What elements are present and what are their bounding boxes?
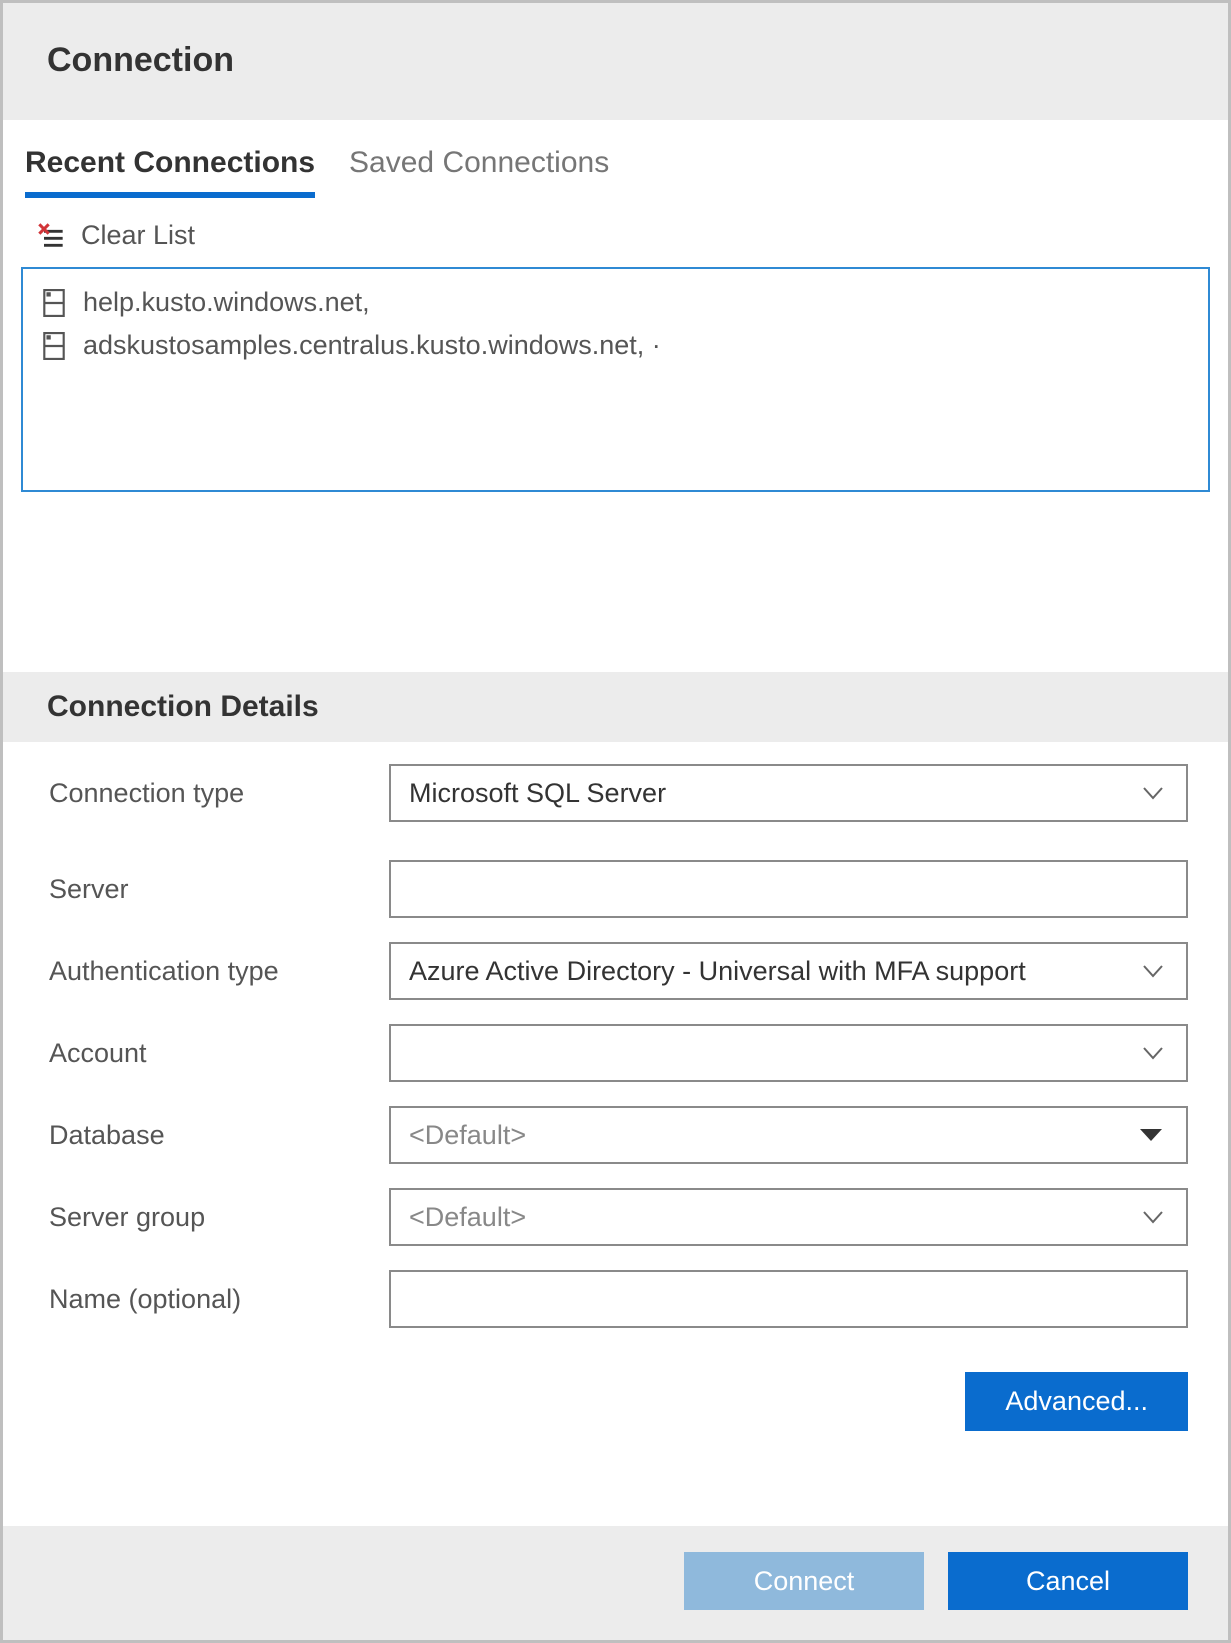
connection-dialog: Connection Recent Connections Saved Conn… — [0, 0, 1231, 1643]
dialog-header: Connection — [3, 3, 1228, 120]
dialog-footer: Connect Cancel — [3, 1526, 1228, 1640]
server-group-select[interactable]: <Default> — [389, 1188, 1188, 1246]
label-server: Server — [49, 874, 389, 905]
connection-type-value: Microsoft SQL Server — [409, 778, 666, 809]
clear-list-icon[interactable] — [37, 222, 65, 250]
recent-connections-list[interactable]: help.kusto.windows.net, adskustosamples.… — [21, 267, 1210, 492]
chevron-down-icon — [1142, 1210, 1164, 1224]
dropdown-triangle-icon — [1140, 1129, 1162, 1141]
label-account: Account — [49, 1038, 389, 1069]
chevron-down-icon — [1142, 964, 1164, 978]
recent-connection-item[interactable]: adskustosamples.centralus.kusto.windows.… — [23, 324, 1208, 367]
account-select[interactable] — [389, 1024, 1188, 1082]
dialog-title: Connection — [47, 41, 1228, 80]
database-value: <Default> — [409, 1120, 526, 1151]
server-icon — [43, 289, 65, 317]
authentication-type-select[interactable]: Azure Active Directory - Universal with … — [389, 942, 1188, 1000]
server-icon — [43, 332, 65, 360]
connection-tabs: Recent Connections Saved Connections — [3, 120, 1228, 198]
connection-details-heading: Connection Details — [3, 672, 1228, 742]
cancel-button[interactable]: Cancel — [948, 1552, 1188, 1610]
clear-list-button[interactable]: Clear List — [81, 220, 195, 251]
label-database: Database — [49, 1120, 389, 1151]
authentication-type-value: Azure Active Directory - Universal with … — [409, 956, 1026, 987]
tab-saved-connections[interactable]: Saved Connections — [349, 146, 609, 198]
recent-connection-item[interactable]: help.kusto.windows.net, — [23, 281, 1208, 324]
chevron-down-icon — [1142, 1046, 1164, 1060]
server-input[interactable] — [389, 860, 1188, 918]
tab-recent-connections[interactable]: Recent Connections — [25, 146, 315, 198]
label-connection-type: Connection type — [49, 778, 389, 809]
chevron-down-icon — [1142, 786, 1164, 800]
advanced-button[interactable]: Advanced... — [965, 1372, 1188, 1431]
server-group-value: <Default> — [409, 1202, 526, 1233]
recent-connection-label: adskustosamples.centralus.kusto.windows.… — [83, 330, 661, 361]
name-optional-input[interactable] — [389, 1270, 1188, 1328]
connect-button[interactable]: Connect — [684, 1552, 924, 1610]
recent-toolbar: Clear List — [3, 198, 1228, 267]
connection-type-select[interactable]: Microsoft SQL Server — [389, 764, 1188, 822]
database-select[interactable]: <Default> — [389, 1106, 1188, 1164]
connection-details-form: Connection type Microsoft SQL Server Ser… — [3, 742, 1228, 1362]
label-name-optional: Name (optional) — [49, 1284, 389, 1315]
label-authentication-type: Authentication type — [49, 956, 389, 987]
label-server-group: Server group — [49, 1202, 389, 1233]
recent-connection-label: help.kusto.windows.net, — [83, 287, 370, 318]
